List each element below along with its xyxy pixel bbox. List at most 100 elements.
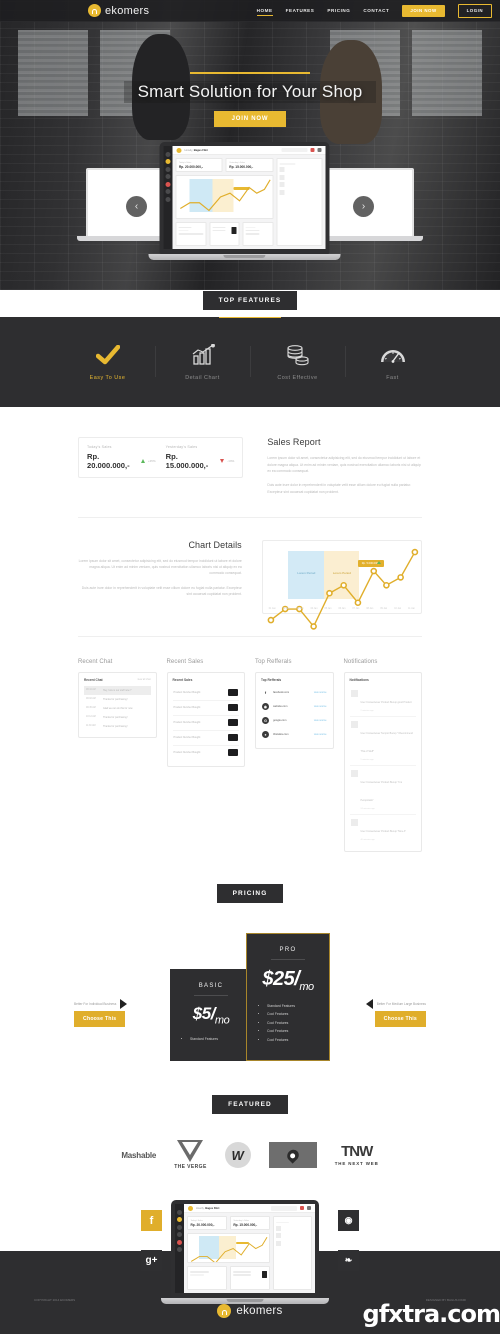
chat-row[interactable]: 09:02 AM Thanks for purchasing ! xyxy=(84,695,151,704)
rail-dashboard-icon xyxy=(165,159,171,164)
triangle-right-icon xyxy=(120,998,128,1009)
sales-report-copy: Sales Report Lorem ipsum dolor sit amet,… xyxy=(267,437,422,494)
plan-features: Standard Features xyxy=(178,1035,244,1044)
feature-fast[interactable]: Fast xyxy=(345,342,440,381)
cart-icon[interactable] xyxy=(228,749,238,757)
chart-x-axis: 01 Jan 02 Jan 03 Jan 04 Jan 05 Jan 06 Jan 0… xyxy=(268,607,415,610)
box-title: Notifications xyxy=(349,677,369,682)
feature-detail-chart[interactable]: Detail Chart xyxy=(155,342,250,381)
cart-icon[interactable] xyxy=(228,719,238,727)
hero-join-now-button[interactable]: JOIN NOW xyxy=(214,110,286,127)
sale-row: Product Number Bought xyxy=(172,686,239,701)
view-source-link[interactable]: view source xyxy=(314,733,327,736)
features-list: Easy To Use Detail Chart Cost Effective … xyxy=(0,318,500,407)
cart-icon[interactable] xyxy=(228,704,238,712)
notification-row[interactable]: User Consectetuer Product Bucup "Nice A"… xyxy=(350,815,417,845)
rail-alert-icon xyxy=(177,1239,182,1245)
dash-top-refferals xyxy=(242,222,274,246)
plan-features: Standard Features Cool Features Cool Fea… xyxy=(255,1002,321,1045)
plan-price: $25/mo xyxy=(262,967,314,993)
coins-icon xyxy=(250,342,345,368)
choose-basic-button[interactable]: Choose This xyxy=(74,1010,126,1027)
carousel-prev-button[interactable]: ‹ xyxy=(126,196,147,217)
dashboard-notification-icon xyxy=(310,148,315,152)
twitter-icon[interactable]: ❧ xyxy=(338,1250,359,1272)
carousel-next-button[interactable]: › xyxy=(353,196,374,217)
pricing-section: Better For Individual Business Choose Th… xyxy=(0,903,500,1082)
top-navbar: ekomers HOME FEATURES PRICING CONTACT JO… xyxy=(0,0,500,22)
dashboard-search-input[interactable] xyxy=(271,1206,297,1211)
dashboard-greeting: Howdy, Bagus Fikri xyxy=(184,148,208,152)
chart-details-section: Chart Details Lorem ipsum dolor sit amet… xyxy=(0,539,500,630)
top-features-tag: TOP FEATURES xyxy=(202,291,298,310)
notification-row[interactable]: User Consectetuer Tempor Bucup "I Recomm… xyxy=(349,717,416,766)
rail-alert-icon xyxy=(165,181,171,187)
cart-icon[interactable] xyxy=(228,734,238,742)
dashboard-topbar: Howdy, Bagus Fikri xyxy=(172,146,326,155)
section-divider xyxy=(78,635,422,637)
nav-item-features[interactable]: FEATURES xyxy=(286,4,315,17)
view-source-link[interactable]: view source xyxy=(314,719,327,722)
chat-row[interactable]: 09:45 AM Glad we can do this for now xyxy=(84,704,151,713)
view-source-link[interactable]: view source xyxy=(314,705,327,708)
notification-row[interactable]: User Consectetuer Product Bucup good Pro… xyxy=(349,686,416,717)
sales-report-section: Today's Sales Rp. 20.000.000,- +25% Yest… xyxy=(0,407,500,1195)
sales-report-paragraph-2: Duis aute irure dolor in reprehenderit i… xyxy=(267,483,412,494)
view-source-link[interactable]: view source xyxy=(314,691,327,694)
pricing-left-note: Better For Individual Business xyxy=(74,998,128,1009)
dashboard-search-input[interactable] xyxy=(281,147,308,153)
join-now-button[interactable]: JOIN NOW xyxy=(402,4,445,17)
hero-copy: Smart Solution for Your Shop JOIN NOW xyxy=(0,72,500,127)
facebook-icon: f xyxy=(264,690,267,695)
sale-row: Product Number Bought xyxy=(172,701,239,716)
referral-row: ● thisisdev.com view source xyxy=(261,728,328,742)
brand-logo[interactable]: ekomers xyxy=(88,4,149,17)
tnw-logo: TNW THE NEXT WEB xyxy=(334,1143,379,1167)
sale-row: Product Number Bought xyxy=(172,716,239,731)
feature-cost-effective[interactable]: Cost Effective xyxy=(250,342,345,381)
feature-easy-to-use[interactable]: Easy To Use xyxy=(60,342,155,381)
cart-icon[interactable] xyxy=(228,689,238,697)
panel-recent-sales: Recent Sales Recent Sales Product Number… xyxy=(166,659,245,767)
google-plus-icon[interactable]: g+ xyxy=(141,1250,162,1272)
mashable-logo: Mashable xyxy=(121,1150,157,1160)
instagram-icon[interactable]: ◉ xyxy=(338,1210,359,1232)
choose-pro-button[interactable]: Choose This xyxy=(374,1010,426,1027)
panels-section: Recent Chat Recent Chat view all chat 08… xyxy=(0,659,500,852)
sale-row: Product Number Bought xyxy=(172,731,239,746)
plan-price: $5/mo xyxy=(192,1003,230,1026)
rail-users-icon xyxy=(165,174,171,179)
pricing-tag: PRICING xyxy=(216,883,284,903)
dash-recent-chat xyxy=(175,222,207,246)
footer-laptop-mockup: Howdy, Bagus Fikri Today's Sales Rp. 20.… xyxy=(161,1200,329,1305)
nav-item-pricing[interactable]: PRICING xyxy=(327,4,350,17)
chat-row[interactable]: 08:44 AM Hey, how is our stuff now ? xyxy=(84,685,151,695)
notification-row[interactable]: User Consectetuer Product Bucup "It is P… xyxy=(349,766,416,815)
section-divider xyxy=(78,516,422,518)
plan-basic[interactable]: BASIC $5/mo Standard Features xyxy=(170,968,252,1062)
nav-item-contact[interactable]: CONTACT xyxy=(363,4,389,17)
facebook-icon[interactable]: f xyxy=(141,1210,162,1232)
dash-yesterday-stat: Yesterday's Sales Rp. 15.000.000,- xyxy=(225,158,274,172)
recent-sales-box: Recent Sales Product Number Bought Produ… xyxy=(166,671,245,767)
chart-details-copy: Chart Details Lorem ipsum dolor sit amet… xyxy=(78,540,242,597)
triangle-down-icon xyxy=(220,459,225,464)
hero-divider xyxy=(190,72,310,74)
footer-brand-name: ekomers xyxy=(236,1305,283,1318)
login-button[interactable]: LOGIN xyxy=(457,3,492,18)
dash-today-stat: Today's Sales Rp. 20.000.000,- xyxy=(175,158,223,172)
view-all-chat-link[interactable]: view all chat xyxy=(137,678,150,681)
chat-row[interactable]: 11:30 AM Thanks for purchasing ! xyxy=(84,722,151,731)
nav-item-home[interactable]: HOME xyxy=(256,4,273,17)
chat-row[interactable]: 10:12 AM Thanks for purchasing ! xyxy=(84,713,151,722)
chart-details-paragraph-1: Lorem ipsum dolor sit amet, consectetur … xyxy=(78,558,242,576)
feature-label: Detail Chart xyxy=(185,375,220,382)
google-icon: G xyxy=(262,717,269,725)
dashboard-menu-icon xyxy=(307,1206,311,1211)
nav-links: HOME FEATURES PRICING CONTACT JOIN NOW L… xyxy=(256,3,492,18)
speedometer-icon xyxy=(345,342,440,368)
footer-section: f g+ ◉ ❧ Howdy, Bagus Fikri Today's Sale… xyxy=(0,1194,500,1334)
rail-users-icon xyxy=(177,1232,182,1238)
yesterday-sales-delta: -10% xyxy=(227,459,235,464)
plan-pro[interactable]: PRO $25/mo Standard Features Cool Featur… xyxy=(246,932,330,1062)
